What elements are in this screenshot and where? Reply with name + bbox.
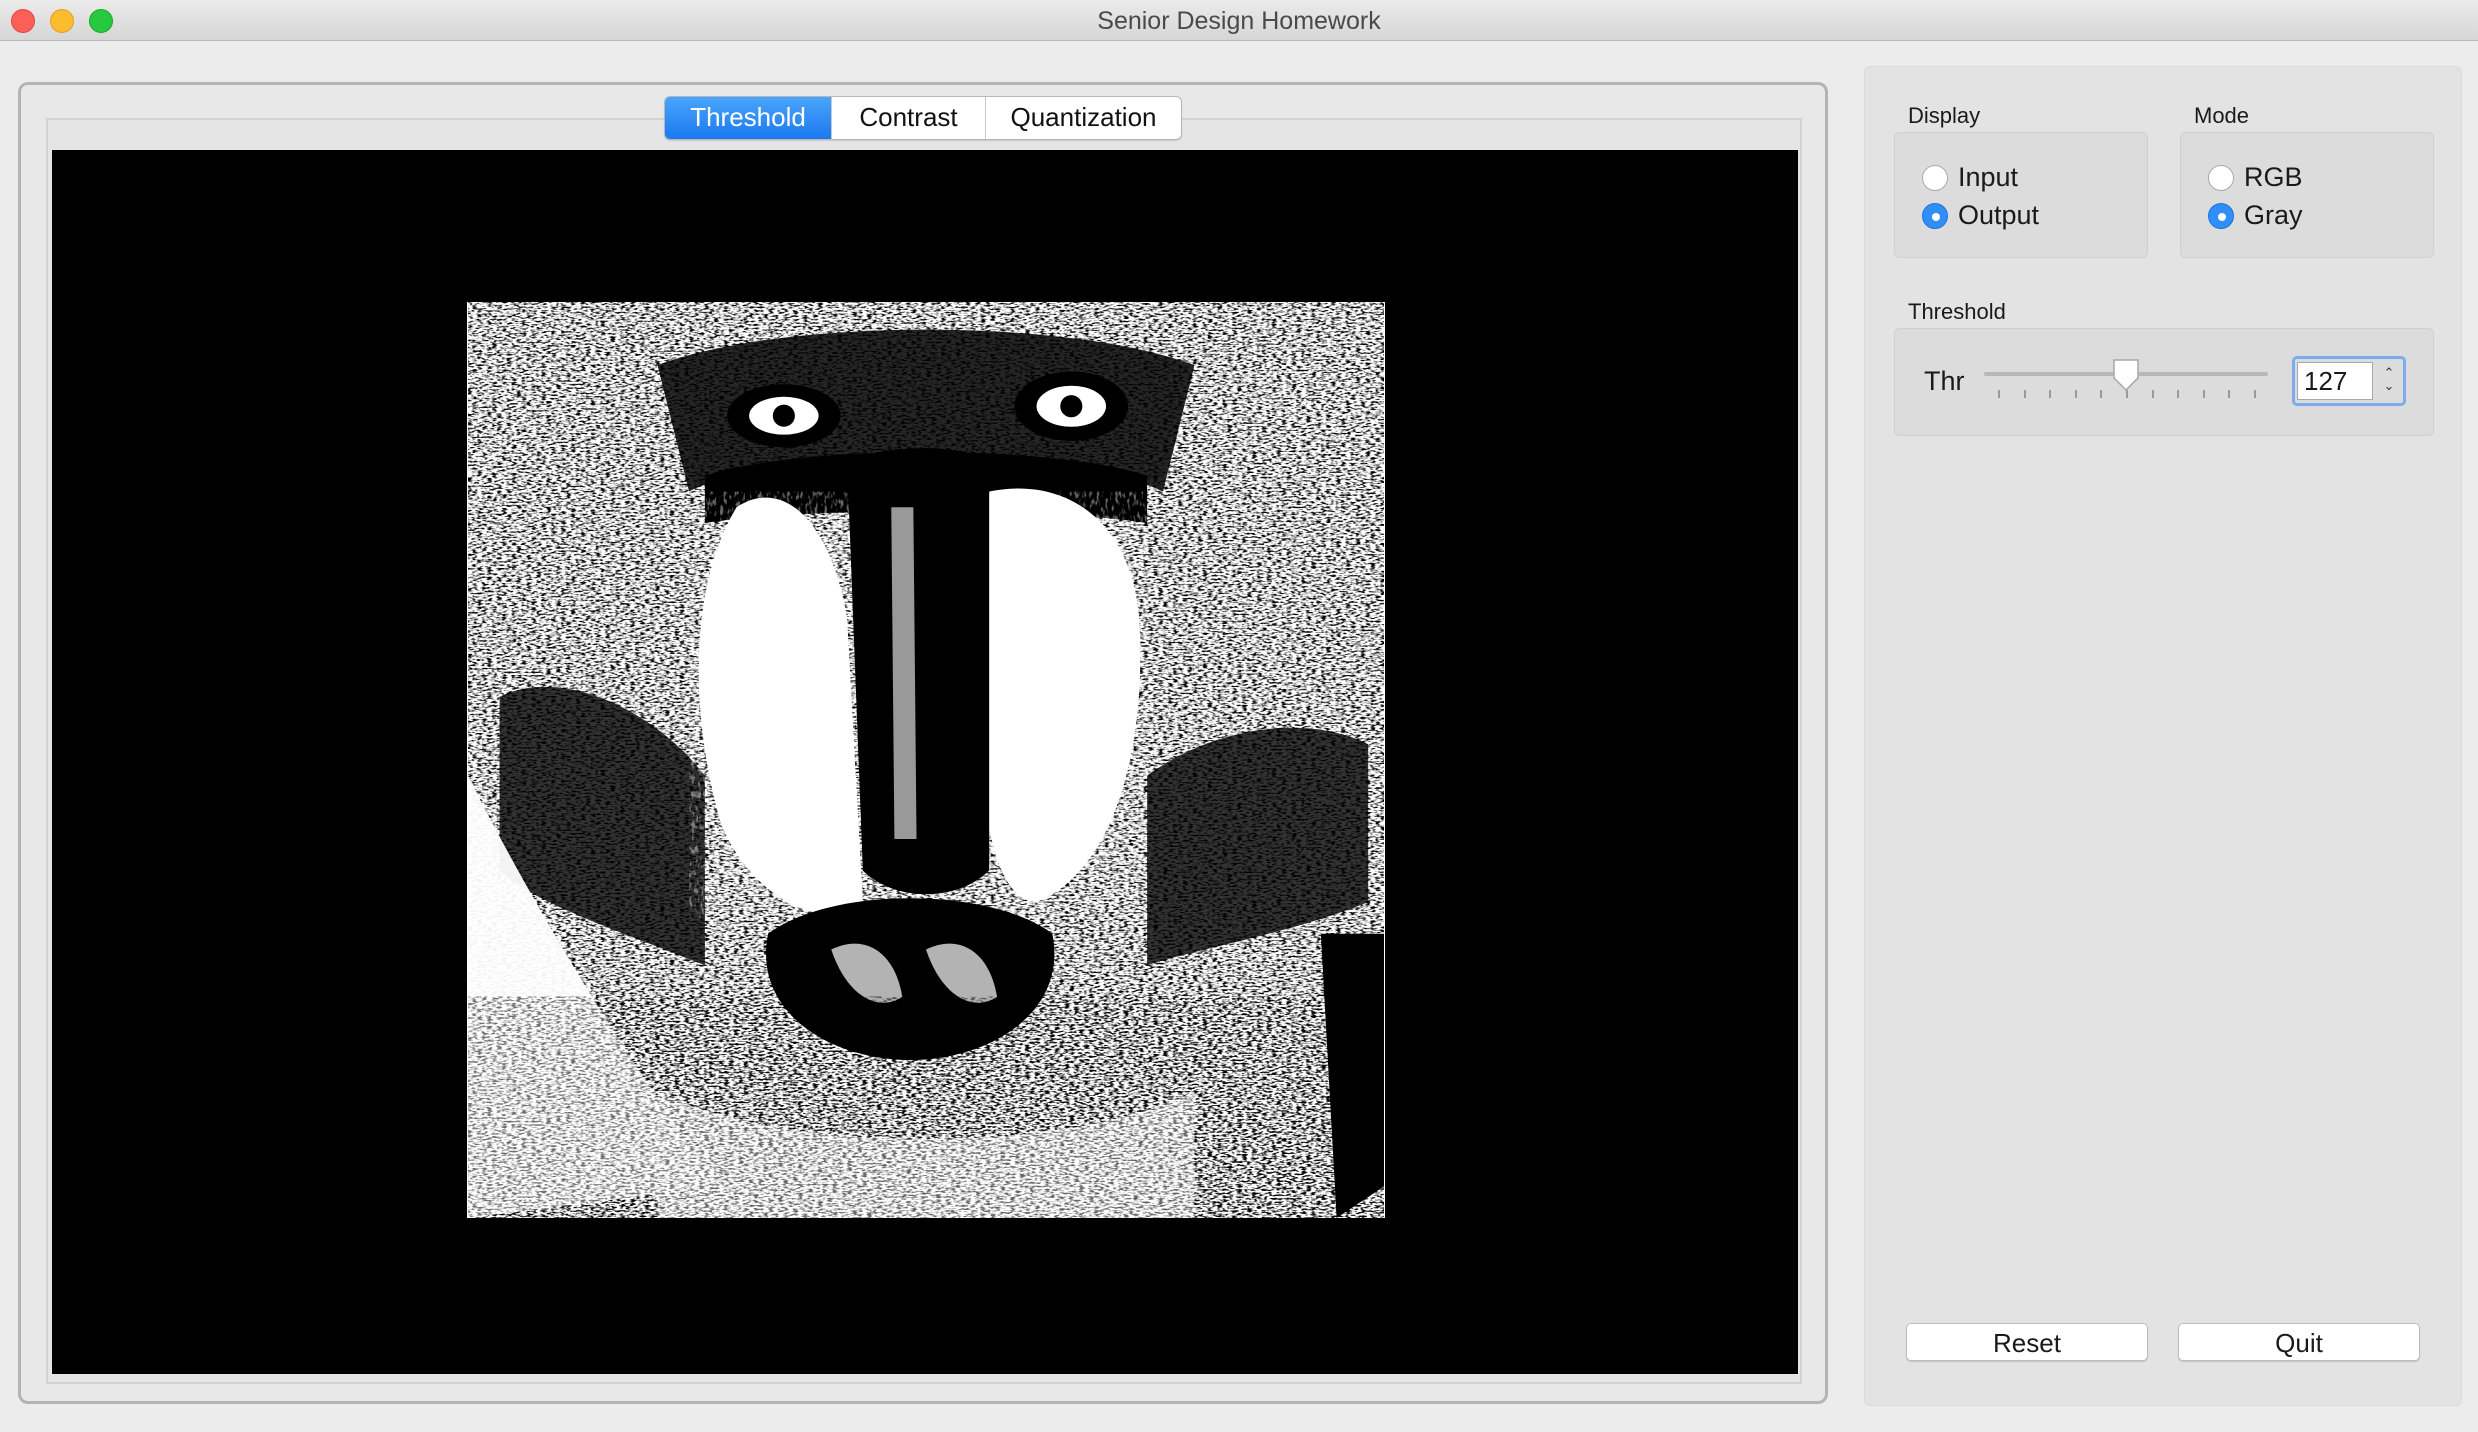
radio-label: Gray bbox=[2244, 200, 2303, 230]
display-input-radio[interactable]: Input bbox=[1922, 162, 2018, 193]
slider-tick bbox=[2228, 390, 2231, 398]
tab-threshold[interactable]: Threshold bbox=[665, 97, 832, 139]
tab-bar: Threshold Contrast Quantization bbox=[664, 96, 1182, 140]
threshold-label: Thr bbox=[1924, 366, 1965, 396]
threshold-value-field[interactable]: 127 bbox=[2297, 362, 2373, 400]
display-group bbox=[1894, 132, 2148, 258]
mode-rgb-radio[interactable]: RGB bbox=[2208, 162, 2303, 193]
radio-indicator bbox=[2208, 202, 2234, 229]
baboon-threshold-image bbox=[468, 302, 1384, 1218]
radio-indicator bbox=[1922, 202, 1948, 229]
slider-handle[interactable] bbox=[2111, 358, 2141, 392]
reset-button[interactable]: Reset bbox=[1906, 1323, 2148, 1361]
radio-label: Output bbox=[1958, 200, 2040, 230]
display-output-radio[interactable]: Output bbox=[1922, 200, 2039, 231]
display-group-title: Display bbox=[1908, 103, 1981, 128]
radio-indicator bbox=[1922, 164, 1948, 191]
image-canvas bbox=[52, 150, 1798, 1374]
slider-tick bbox=[2023, 390, 2026, 398]
slider-tick bbox=[1998, 390, 2000, 398]
slider-tick bbox=[2074, 390, 2077, 398]
slider-tick bbox=[2100, 390, 2103, 398]
mode-gray-radio[interactable]: Gray bbox=[2208, 200, 2303, 231]
slider-tick bbox=[2151, 390, 2154, 398]
title-bar: Senior Design Homework bbox=[0, 0, 2478, 41]
slider-tick bbox=[2049, 390, 2052, 398]
chevron-down-icon[interactable]: ⌄ bbox=[2379, 379, 2399, 392]
radio-indicator bbox=[2208, 164, 2234, 191]
radio-label: RGB bbox=[2244, 162, 2303, 192]
slider-tick bbox=[2126, 390, 2128, 398]
threshold-group-title: Threshold bbox=[1908, 299, 2006, 324]
slider-tick bbox=[2254, 390, 2256, 398]
tab-contrast[interactable]: Contrast bbox=[832, 97, 986, 139]
tab-quantization[interactable]: Quantization bbox=[986, 97, 1181, 139]
spin-arrows[interactable]: ⌃ ⌄ bbox=[2379, 366, 2399, 392]
quit-button[interactable]: Quit bbox=[2178, 1323, 2420, 1361]
slider-tick bbox=[2177, 390, 2180, 398]
threshold-spinbox[interactable]: 127 ⌃ ⌄ bbox=[2292, 356, 2406, 406]
radio-label: Input bbox=[1958, 162, 2019, 192]
mode-group bbox=[2180, 132, 2434, 258]
control-panel bbox=[1864, 66, 2462, 1406]
thresholded-image bbox=[467, 302, 1385, 1218]
slider-tick bbox=[2202, 390, 2205, 398]
mode-group-title: Mode bbox=[2194, 103, 2250, 128]
window-title: Senior Design Homework bbox=[1097, 7, 1381, 35]
